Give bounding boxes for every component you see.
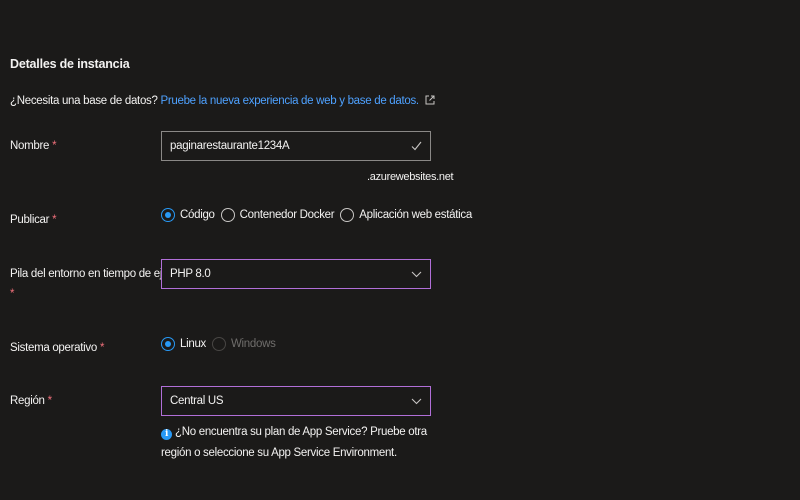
publish-option-label: Aplicación web estática <box>359 209 472 221</box>
name-input-value: paginarestaurante1234A <box>170 140 290 152</box>
chevron-down-icon <box>410 395 422 407</box>
runtime-stack-value: PHP 8.0 <box>170 268 211 280</box>
radio-empty-icon <box>212 337 226 351</box>
radio-empty-icon <box>220 208 235 222</box>
os-option-label: Linux <box>180 338 206 350</box>
radio-checked-icon <box>161 337 175 351</box>
name-input[interactable]: paginarestaurante1234A <box>161 131 431 161</box>
database-experience-link[interactable]: Pruebe la nueva experiencia de web y bas… <box>161 95 420 107</box>
publish-option-label: Código <box>180 209 215 221</box>
runtime-required: * <box>10 288 15 300</box>
region-value: Central US <box>170 395 224 407</box>
external-link-icon[interactable] <box>425 95 435 105</box>
radio-checked-icon <box>161 208 175 222</box>
info-icon: i <box>161 429 172 440</box>
region-info-text: ¿No encuentra su plan de App Service? Pr… <box>161 426 427 459</box>
publish-option-label: Contenedor Docker <box>239 209 335 221</box>
publish-label: Publicar * <box>10 214 57 226</box>
region-info-message: i ¿No encuentra su plan de App Service? P… <box>161 422 441 464</box>
domain-suffix: .azurewebsites.net <box>367 171 454 183</box>
region-label: Región * <box>10 395 52 407</box>
database-prompt: ¿Necesita una base de datos? Pruebe la n… <box>10 95 435 107</box>
required-marker: * <box>10 288 15 300</box>
publish-radio-group: Código Contenedor Docker Aplicación web … <box>161 208 478 222</box>
publish-option-code[interactable]: Código <box>161 208 215 222</box>
required-marker: * <box>47 395 53 407</box>
section-title: Detalles de instancia <box>10 57 130 71</box>
os-label: Sistema operativo * <box>10 342 104 354</box>
os-label-text: Sistema operativo <box>10 342 97 354</box>
name-label-text: Nombre <box>10 140 50 152</box>
checkmark-icon <box>410 140 422 152</box>
database-question: ¿Necesita una base de datos? <box>10 95 158 107</box>
os-option-windows: Windows <box>212 337 276 351</box>
region-dropdown[interactable]: Central US <box>161 386 431 416</box>
required-marker: * <box>52 140 57 152</box>
chevron-down-icon <box>410 268 422 280</box>
runtime-stack-dropdown[interactable]: PHP 8.0 <box>161 259 431 289</box>
os-option-label: Windows <box>231 338 276 350</box>
publish-label-text: Publicar <box>10 214 50 226</box>
name-label: Nombre * <box>10 140 57 152</box>
os-option-linux[interactable]: Linux <box>161 337 206 351</box>
radio-empty-icon <box>340 208 355 222</box>
region-label-text: Región <box>10 395 45 407</box>
publish-option-docker[interactable]: Contenedor Docker <box>220 208 335 222</box>
publish-option-static-web[interactable]: Aplicación web estática <box>340 208 472 222</box>
os-radio-group: Linux Windows <box>161 337 282 351</box>
required-marker: * <box>52 214 57 226</box>
required-marker: * <box>99 342 105 354</box>
